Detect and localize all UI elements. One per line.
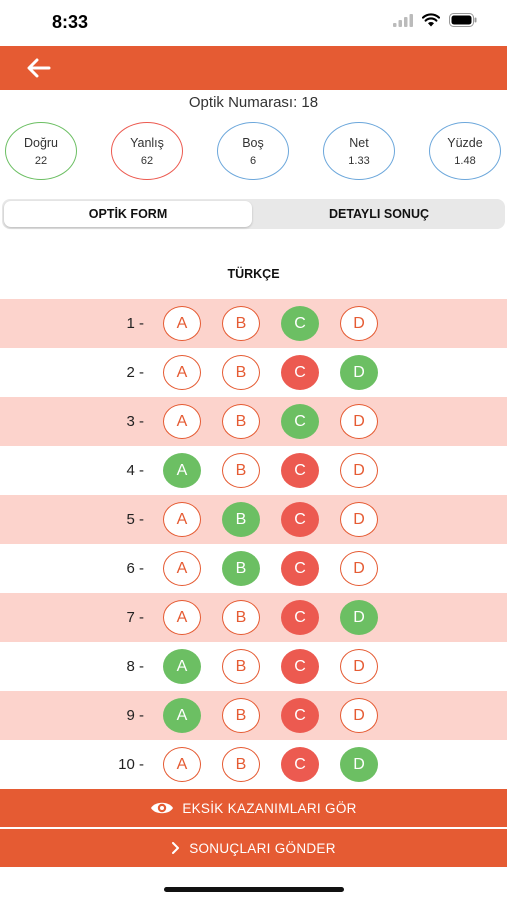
option-a-bubble[interactable]: A — [163, 649, 201, 684]
question-row: 6 - ABCD — [0, 544, 507, 593]
section-title: TÜRKÇE — [227, 267, 280, 281]
option-a-bubble[interactable]: A — [163, 747, 201, 782]
optik-number: Optik Numarası: 18 — [188, 94, 319, 111]
signal-icon — [393, 13, 413, 27]
stat-value: 1.33 — [348, 154, 370, 167]
stat-label: Yüzde — [447, 135, 483, 150]
eksik-kazanimlar-label: EKSİK KAZANIMLARI GÖR — [182, 800, 357, 816]
option-c-bubble[interactable]: C — [281, 306, 319, 341]
question-row: 8 - ABCD — [0, 642, 507, 691]
option-b-bubble[interactable]: B — [222, 502, 260, 537]
option-c-bubble[interactable]: C — [281, 649, 319, 684]
question-number: 4 - — [126, 462, 144, 479]
status-bar: 8:33 — [0, 0, 507, 46]
answer-list: 1 -ABCD2 -ABCD3 -ABCD4 -ABCD5 -ABCD6 -AB… — [0, 299, 507, 789]
home-indicator — [164, 887, 344, 892]
question-number: 5 - — [126, 511, 144, 528]
option-a-bubble[interactable]: A — [163, 502, 201, 537]
sonuclari-gonder-label: SONUÇLARI GÖNDER — [189, 840, 336, 856]
stat-label: Doğru — [23, 135, 59, 150]
question-row: 4 - ABCD — [0, 446, 507, 495]
question-number: 10 - — [118, 756, 144, 773]
option-d-bubble[interactable]: D — [340, 600, 378, 635]
sonuclari-gonder-button[interactable]: SONUÇLARI GÖNDER — [0, 829, 507, 867]
option-a-bubble[interactable]: A — [163, 306, 201, 341]
option-b-bubble[interactable]: B — [222, 404, 260, 439]
stat-dogru: Doğru 22 — [5, 122, 77, 180]
stat-value: 6 — [249, 154, 257, 167]
question-number: 6 - — [126, 560, 144, 577]
option-c-bubble[interactable]: C — [281, 355, 319, 390]
option-c-bubble[interactable]: C — [281, 698, 319, 733]
option-d-bubble[interactable]: D — [340, 698, 378, 733]
question-row: 2 - ABCD — [0, 348, 507, 397]
option-b-bubble[interactable]: B — [222, 306, 260, 341]
stat-value: 1.48 — [454, 154, 476, 167]
option-a-bubble[interactable]: A — [163, 600, 201, 635]
option-b-bubble[interactable]: B — [222, 649, 260, 684]
back-button[interactable] — [22, 54, 56, 82]
option-c-bubble[interactable]: C — [281, 404, 319, 439]
eksik-kazanimlar-button[interactable]: EKSİK KAZANIMLARI GÖR — [0, 789, 507, 827]
nav-bar — [0, 46, 507, 90]
chevron-right-icon — [172, 842, 180, 854]
option-a-bubble[interactable]: A — [163, 551, 201, 586]
option-c-bubble[interactable]: C — [281, 453, 319, 488]
battery-icon — [449, 13, 477, 27]
stat-yuzde: Yüzde 1.48 — [429, 122, 501, 180]
option-d-bubble[interactable]: D — [340, 404, 378, 439]
option-b-bubble[interactable]: B — [222, 453, 260, 488]
question-row: 10 - ABCD — [0, 740, 507, 789]
stat-yanlis: Yanlış 62 — [111, 122, 183, 180]
question-number: 2 - — [126, 364, 144, 381]
option-b-bubble[interactable]: B — [222, 551, 260, 586]
option-a-bubble[interactable]: A — [163, 453, 201, 488]
option-d-bubble[interactable]: D — [340, 355, 378, 390]
question-number: 3 - — [126, 413, 144, 430]
segmented-tabs: OPTİK FORM DETAYLI SONUÇ — [2, 199, 505, 229]
option-a-bubble[interactable]: A — [163, 698, 201, 733]
tab-detayli-sonuc[interactable]: DETAYLI SONUÇ — [255, 201, 503, 227]
option-c-bubble[interactable]: C — [281, 747, 319, 782]
option-b-bubble[interactable]: B — [222, 747, 260, 782]
option-a-bubble[interactable]: A — [163, 404, 201, 439]
option-d-bubble[interactable]: D — [340, 306, 378, 341]
question-row: 9 - ABCD — [0, 691, 507, 740]
question-row: 7 - ABCD — [0, 593, 507, 642]
option-a-bubble[interactable]: A — [163, 355, 201, 390]
question-number: 1 - — [126, 315, 144, 332]
question-number: 9 - — [126, 707, 144, 724]
stat-net: Net 1.33 — [323, 122, 395, 180]
option-b-bubble[interactable]: B — [222, 698, 260, 733]
tab-optik-form[interactable]: OPTİK FORM — [4, 201, 252, 227]
question-number: 7 - — [126, 609, 144, 626]
wifi-icon — [422, 13, 440, 27]
option-c-bubble[interactable]: C — [281, 551, 319, 586]
stat-label: Net — [349, 135, 369, 150]
option-d-bubble[interactable]: D — [340, 551, 378, 586]
option-b-bubble[interactable]: B — [222, 355, 260, 390]
option-c-bubble[interactable]: C — [281, 600, 319, 635]
arrow-left-icon — [27, 58, 51, 78]
option-d-bubble[interactable]: D — [340, 502, 378, 537]
question-row: 1 - ABCD — [0, 299, 507, 348]
stat-value: 62 — [140, 154, 154, 167]
question-number: 8 - — [126, 658, 144, 675]
question-row: 5 - ABCD — [0, 495, 507, 544]
stats-row: Doğru 22 Yanlış 62 Boş 6 Net 1.33 Yüzde … — [0, 118, 507, 188]
status-time: 8:33 — [52, 12, 89, 32]
status-icons — [393, 13, 477, 27]
stat-value: 22 — [34, 154, 48, 167]
option-b-bubble[interactable]: B — [222, 600, 260, 635]
option-d-bubble[interactable]: D — [340, 747, 378, 782]
stat-label: Yanlış — [130, 135, 164, 150]
option-c-bubble[interactable]: C — [281, 502, 319, 537]
option-d-bubble[interactable]: D — [340, 649, 378, 684]
stat-bos: Boş 6 — [217, 122, 289, 180]
question-row: 3 - ABCD — [0, 397, 507, 446]
eye-icon — [151, 802, 174, 814]
stat-label: Boş — [242, 135, 264, 150]
option-d-bubble[interactable]: D — [340, 453, 378, 488]
